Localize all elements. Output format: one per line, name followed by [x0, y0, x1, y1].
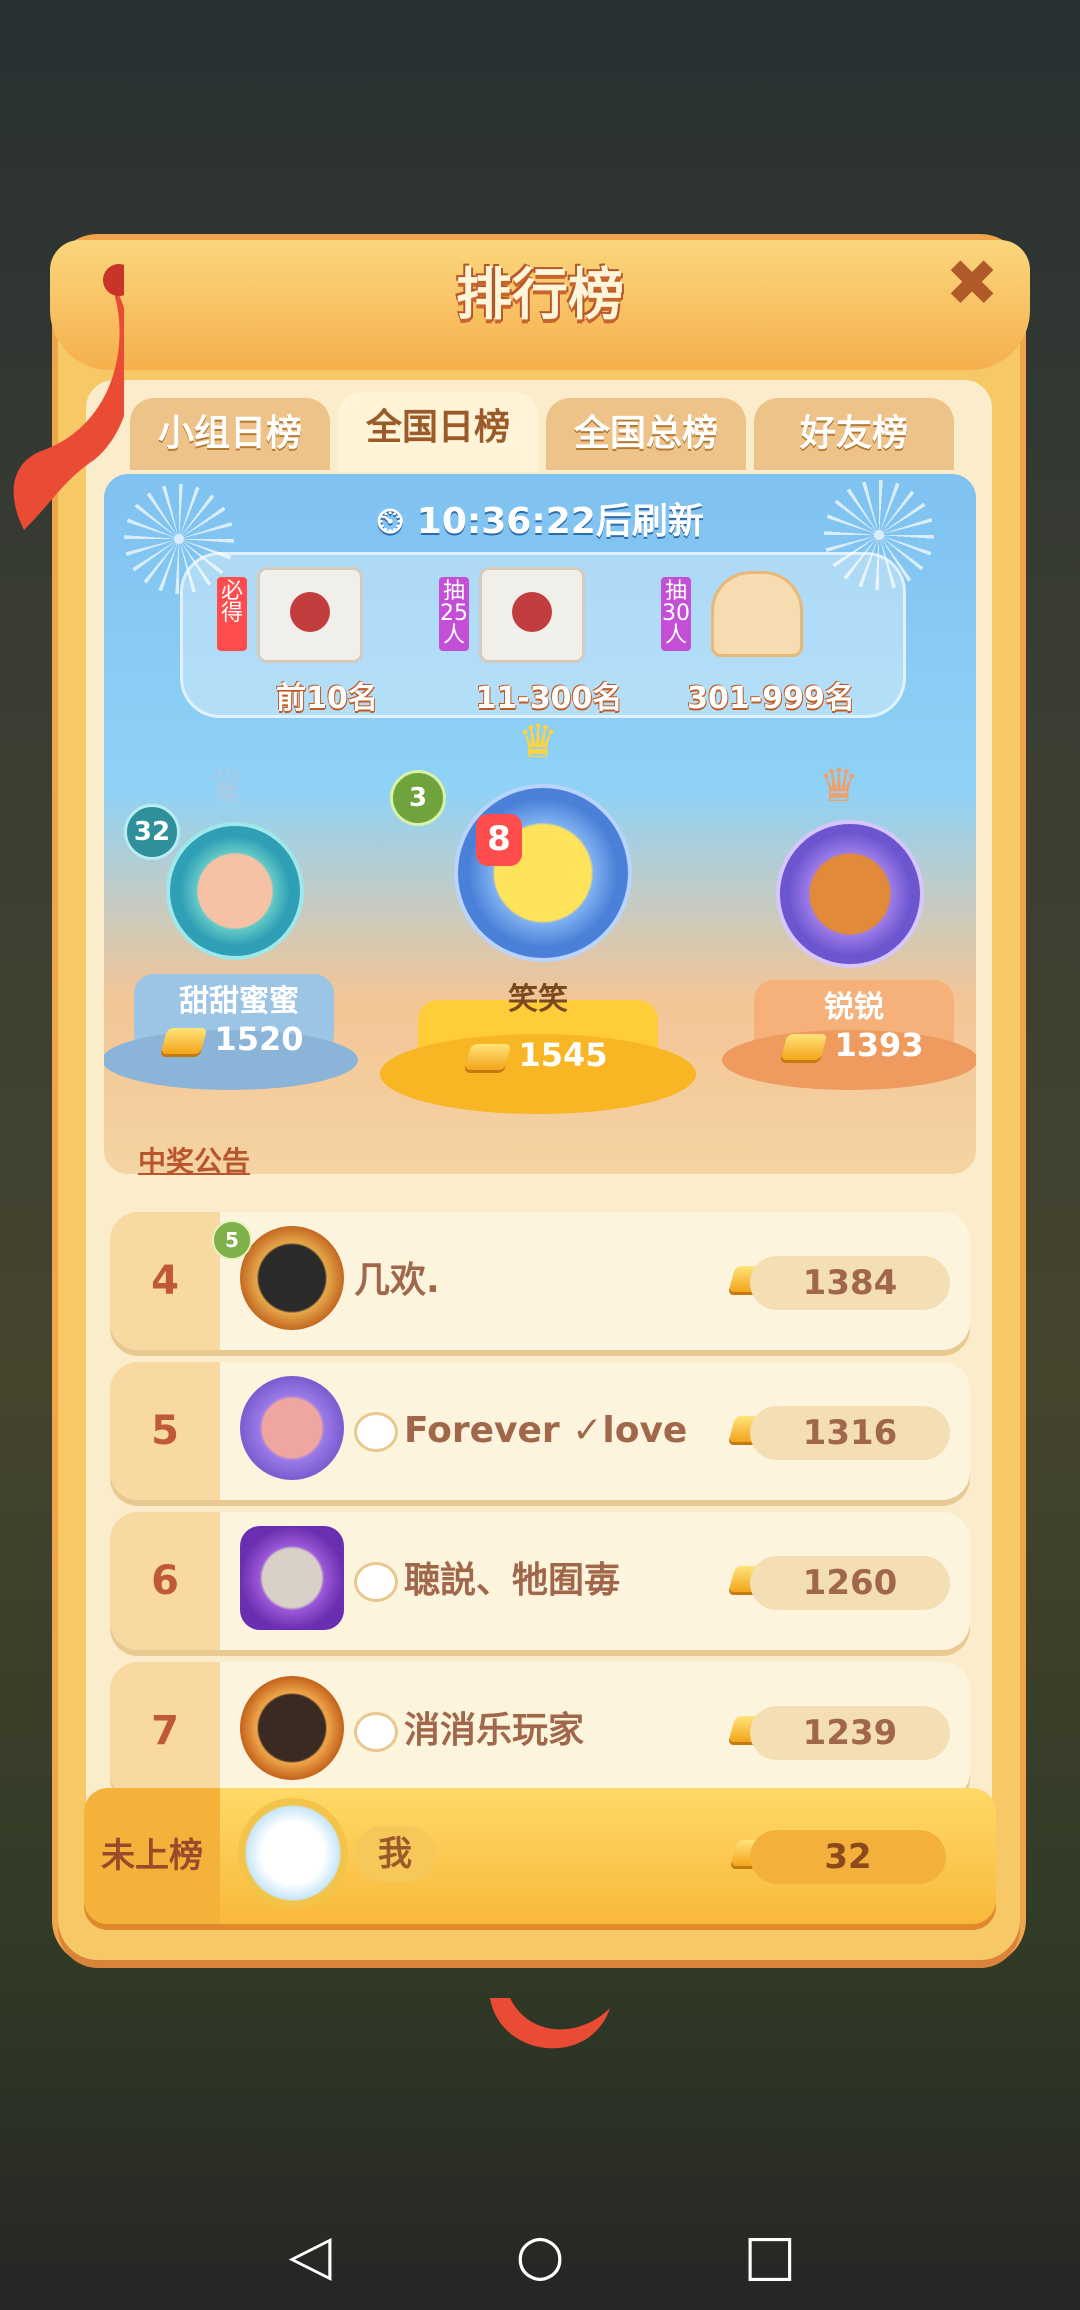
- gold-bar-icon: [464, 1044, 512, 1070]
- refresh-timer: ⏲ 10:36:22后刷新: [104, 492, 976, 544]
- avatar: [776, 820, 924, 968]
- avatar: [240, 1226, 344, 1330]
- gold-bar-icon: [780, 1034, 828, 1060]
- tab-bar: 小组日榜 全国日榜 全国总榜 好友榜: [130, 392, 954, 472]
- close-icon[interactable]: ✖: [940, 252, 1004, 316]
- my-rank: 未上榜: [84, 1788, 220, 1924]
- prize-tag: 抽30人: [661, 577, 691, 651]
- table-row[interactable]: 5 Forever ✓love 1316: [110, 1362, 970, 1500]
- player-name: 几欢.: [354, 1260, 440, 1301]
- player-name: 笑笑: [508, 982, 568, 1017]
- player-score: 1316: [750, 1406, 950, 1460]
- player-name: 锐锐: [824, 990, 884, 1025]
- clock-icon: ⏲: [376, 501, 417, 542]
- prize-item[interactable]: 抽25人 11-300名: [439, 565, 659, 716]
- avatar: [166, 822, 304, 960]
- my-name: 我: [354, 1826, 436, 1882]
- tab-friends[interactable]: 好友榜: [754, 398, 954, 470]
- table-row[interactable]: 7 消消乐玩家 1239: [110, 1662, 970, 1800]
- tab-group-daily[interactable]: 小组日榜: [130, 398, 330, 470]
- player-score: 1260: [750, 1556, 950, 1610]
- tote-bag-icon: [257, 567, 363, 663]
- back-icon[interactable]: ◁: [270, 2216, 350, 2296]
- rank-number: 6: [110, 1512, 220, 1650]
- tote-bag-icon: [479, 567, 585, 663]
- rabbit-icon: [354, 1412, 398, 1452]
- prize-tag: 必得: [217, 577, 247, 651]
- player-score: 1239: [750, 1706, 950, 1760]
- player-score: 1393: [744, 1026, 964, 1064]
- level-badge: 3: [390, 770, 446, 826]
- prize-label: 11-300名: [475, 681, 623, 716]
- crown-icon: ♛: [517, 714, 559, 768]
- crown-icon: ♛: [206, 758, 248, 812]
- my-rank-row[interactable]: 未上榜 我 32: [84, 1788, 996, 1924]
- rank-number: 7: [110, 1662, 220, 1800]
- home-icon[interactable]: ○: [500, 2216, 580, 2296]
- prize-panel[interactable]: 必得 前10名 抽25人 11-300名 抽30人 301-999名: [180, 552, 906, 718]
- neck-pillow-icon: [711, 571, 803, 657]
- recents-icon[interactable]: □: [730, 2216, 810, 2296]
- winner-notice-link[interactable]: 中奖公告: [138, 1140, 250, 1180]
- top-banner: ⏲ 10:36:22后刷新 必得 前10名 抽25人 11-300名 抽30人 …: [104, 474, 976, 1174]
- rank-number: 4: [110, 1212, 220, 1350]
- player-name: 甜甜蜜蜜: [179, 984, 299, 1019]
- avatar: [240, 1676, 344, 1780]
- avatar: [238, 1798, 348, 1908]
- player-name: Forever ✓love: [354, 1362, 687, 1500]
- prize-tag: 抽25人: [439, 577, 469, 651]
- system-navbar: ◁ ○ □: [0, 2200, 1080, 2310]
- player-name: 聴説、牠囿毐: [354, 1512, 620, 1650]
- my-score: 32: [750, 1830, 946, 1884]
- table-row[interactable]: 4 5 几欢. 1384: [110, 1212, 970, 1350]
- crown-icon: ♛: [818, 758, 860, 812]
- rabbit-icon: [354, 1562, 398, 1602]
- rabbit-icon: [354, 1712, 398, 1752]
- timer-text: 10:36:22后刷新: [416, 501, 704, 542]
- ribbon-decoration: [490, 1998, 610, 2049]
- gold-bar-icon: [160, 1028, 208, 1054]
- avatar: [240, 1376, 344, 1480]
- avatar: [240, 1526, 344, 1630]
- prize-item[interactable]: 必得 前10名: [217, 565, 437, 716]
- avatar: [454, 784, 632, 962]
- prize-label: 301-999名: [687, 681, 855, 716]
- level-badge: 8: [476, 814, 522, 866]
- player-name: 消消乐玩家: [354, 1662, 584, 1800]
- table-row[interactable]: 6 聴説、牠囿毐 1260: [110, 1512, 970, 1650]
- tab-national-total[interactable]: 全国总榜: [546, 398, 746, 470]
- prize-item[interactable]: 抽30人 301-999名: [661, 565, 881, 716]
- tab-national-daily[interactable]: 全国日榜: [338, 392, 538, 472]
- prize-label: 前10名: [276, 681, 378, 716]
- level-badge: 32: [124, 804, 180, 860]
- player-score: 1520: [124, 1020, 344, 1058]
- level-badge: 5: [212, 1220, 252, 1260]
- dialog-title: 排行榜: [456, 263, 624, 328]
- player-score: 1545: [418, 1036, 658, 1074]
- player-score: 1384: [750, 1256, 950, 1310]
- rank-number: 5: [110, 1362, 220, 1500]
